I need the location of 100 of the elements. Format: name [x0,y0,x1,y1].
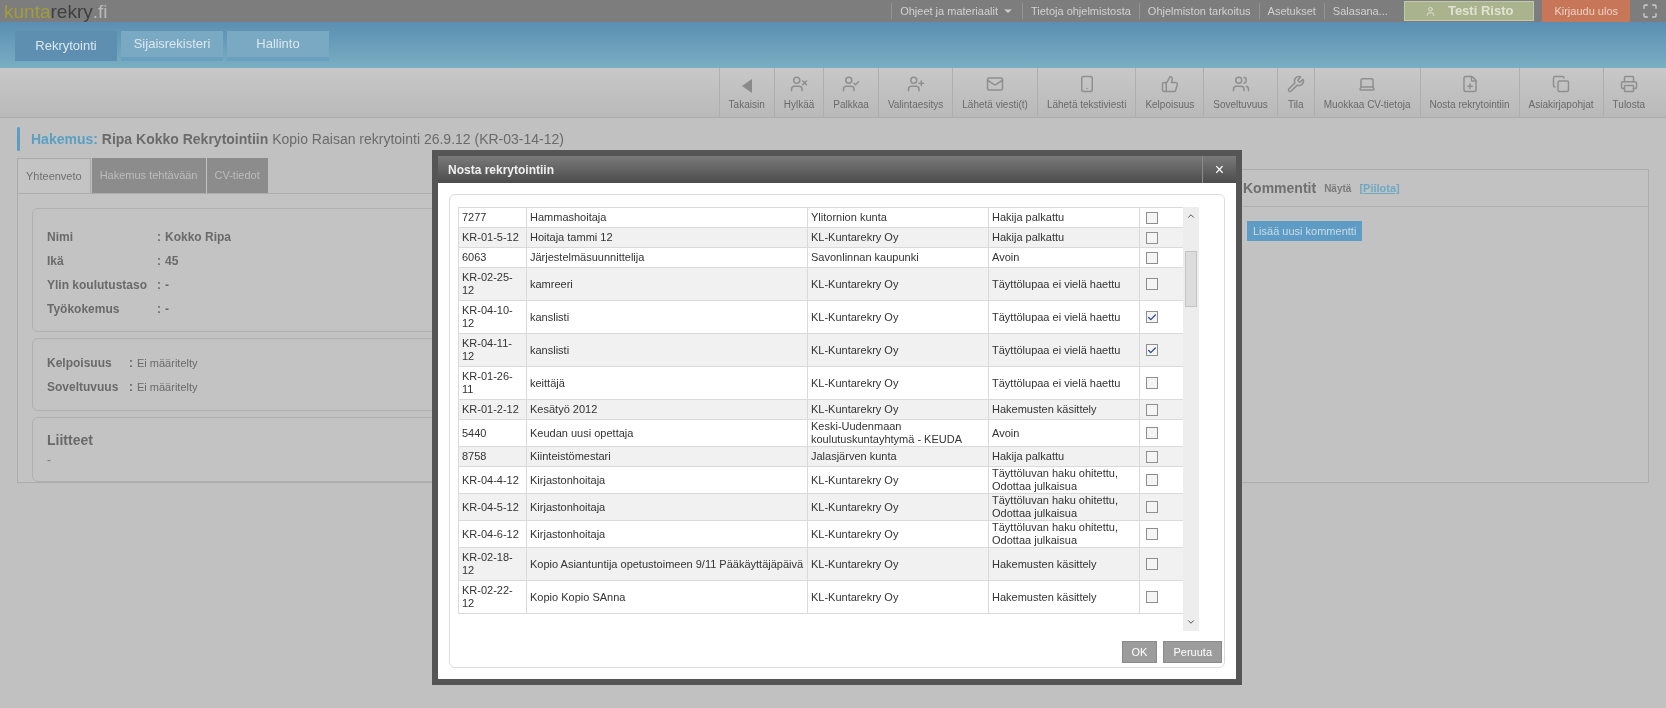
table-cell: Hoitaja tammi 12 [530,231,613,243]
table-cell: Hakemusten käsittely [992,590,1097,603]
dialog-button[interactable]: OK [1121,641,1158,663]
table-cell: 7277 [462,211,487,223]
table-cell: kanslisti [530,310,570,323]
user-plus-icon [906,75,925,93]
table-cell: Hakija palkattu [992,450,1065,462]
menu-link[interactable]: Ohjeet ja materiaalit [891,2,1022,20]
attachments-value: - [47,452,51,469]
toolbar-button[interactable]: Palkkaa [823,68,878,117]
users-icon [1231,75,1250,93]
table-cell: Kiinteistömestari [530,450,611,462]
table-cell: KR-04-4-12 [462,473,519,486]
scrollbar-thumb[interactable] [1185,251,1197,307]
top-link[interactable]: Ohjelmiston tarkoitus [1138,2,1259,20]
nav-tab[interactable]: Hallinto [227,31,329,61]
toolbar-button[interactable]: Soveltuvuus [1203,68,1277,117]
dialog-button[interactable]: Peruuta [1163,641,1222,663]
scroll-up-icon[interactable] [1186,211,1196,221]
add-comment-button[interactable]: Lisää uusi kommentti [1247,221,1363,241]
field-separator: : [157,301,161,318]
toolbar-button[interactable]: Kelpoisuus [1135,68,1204,117]
close-button[interactable]: × [1202,156,1236,183]
table-cell: KL-Kuntarekry Oy [811,473,899,486]
table-cell: KL-Kuntarekry Oy [811,590,899,603]
copy-icon [1552,75,1571,93]
table-cell: KL-Kuntarekry Oy [811,557,899,570]
table-cell: Hammashoitaja [530,211,607,223]
checkbox[interactable] [1146,278,1158,290]
field-label: Nimi [47,229,74,246]
checkbox[interactable] [1146,251,1158,264]
laptop-icon [1358,75,1377,93]
toolbar-button[interactable]: Tila [1276,68,1314,117]
toolbar-button[interactable]: Asiakirjapohjat [1518,68,1603,117]
field-value: Kokko Ripa [165,229,231,246]
checkbox[interactable] [1146,403,1158,416]
checkbox[interactable] [1146,311,1158,323]
user-cross-icon [790,75,808,93]
toolbar-button[interactable]: Lähetä tekstiviesti [1036,68,1136,117]
top-link[interactable]: Tietoja ohjelmistosta [1021,2,1139,20]
scroll-down-icon[interactable] [1186,617,1196,627]
checkbox[interactable] [1146,427,1158,439]
table-cell: Järjestelmäsuunnittelija [530,251,645,263]
table-cell: Täyttölupaa ei vielä haettu [992,310,1121,323]
table-cell: Avoin [992,251,1020,263]
table-cell: KL-Kuntarekry Oy [811,403,899,415]
table-cell: KR-04-6-12 [462,527,519,540]
toolbar-button[interactable]: Hylkää [773,68,824,117]
table-cell: Kirjastonhoitaja [530,473,606,486]
logout-button[interactable]: Kirjaudu ulos [1542,0,1630,22]
wrench-icon [1286,75,1305,93]
user-button[interactable]: Testi Risto [1403,1,1535,21]
table-cell: KR-04-10-12 [462,304,513,329]
field-value: - [165,277,169,294]
table-cell: Täyttöluvan haku ohitettu, Odottaa julkaisua [992,494,1118,519]
table-cell: Kesätyö 2012 [530,403,598,415]
table-cell: KR-04-11-12 [462,337,512,362]
table-cell: Kopio Asiantuntija opetustoimeen 9/11 Pääkäyttäjäpäivä [530,557,804,570]
printer-icon [1619,75,1638,93]
tab[interactable]: Yhteenveto [17,158,91,193]
fullscreen-icon[interactable] [1642,3,1658,19]
top-link[interactable]: Salasana... [1323,2,1396,20]
checkbox[interactable] [1146,474,1158,486]
table-cell: Ylitornion kunta [811,211,887,223]
dialog-title: Nosta rekrytointiin [447,161,556,179]
field-value: - [165,301,169,318]
toolbar-button[interactable]: Nosta rekrytointiin [1419,68,1519,117]
checkbox[interactable] [1146,377,1158,389]
table-cell: kamreeri [530,277,573,290]
nav-tab[interactable]: Rekrytointi [15,31,117,61]
field-label: Ylin koulutustaso [47,277,148,294]
nav-tab[interactable]: Sijaisrekisteri [121,31,223,61]
checkbox[interactable] [1146,231,1158,244]
table-cell: Täyttöluvan haku ohitettu, Odottaa julkaisua [992,467,1118,492]
checkbox[interactable] [1146,211,1158,224]
table-cell: KR-01-2-12 [462,403,519,415]
table-cell: Täyttölupaa ei vielä haettu [992,277,1121,290]
checkbox[interactable] [1146,528,1158,540]
table-cell: KR-01-5-12 [462,231,519,243]
comments-title: Kommentit [1243,178,1317,198]
field-separator: : [157,229,161,246]
checkbox[interactable] [1146,501,1158,513]
table-cell: Jalasjärven kunta [811,450,897,462]
page-heading: Hakemus: Ripa Kokko Rekrytointiin Kopio Raisan rekrytointi 26.9.12 (KR-03-14-12) [31,129,564,149]
scrollbar[interactable] [1183,207,1199,631]
toolbar-button[interactable]: Lähetä viesti(t) [952,68,1037,117]
hide-link[interactable]: [Piilota] [1359,179,1400,197]
top-link[interactable]: Asetukset [1258,2,1324,20]
checkbox[interactable] [1146,344,1158,356]
envelope-icon [986,75,1005,93]
table-cell: Savonlinnan kaupunki [811,251,919,263]
checkbox[interactable] [1146,591,1158,603]
check-icon [1147,344,1157,356]
checkbox[interactable] [1146,450,1158,463]
toolbar-button[interactable]: Muokkaa CV-tietoja [1313,68,1420,117]
field-label: Ikä [47,253,65,270]
toolbar-button[interactable]: Takaisin [718,68,774,117]
toolbar-button[interactable]: Tulosta [1602,68,1654,117]
toolbar-button[interactable]: Valintaesitys [877,68,953,117]
checkbox[interactable] [1146,558,1158,570]
